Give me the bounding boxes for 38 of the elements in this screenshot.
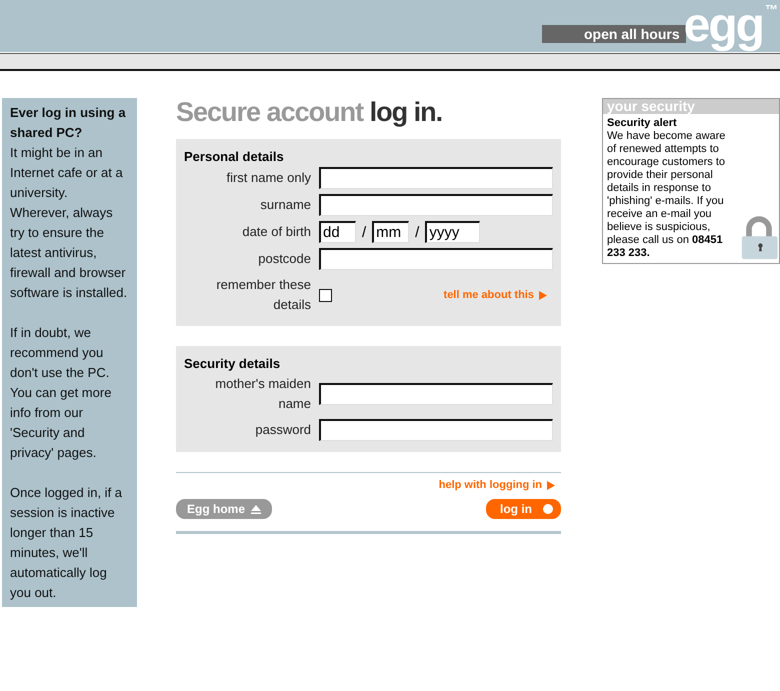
checkbox[interactable] [319, 288, 332, 302]
login-button[interactable]: log in [486, 499, 561, 519]
field-label: mother's maiden name [214, 375, 311, 413]
tell-me-link[interactable]: tell me about this [444, 289, 547, 301]
date-field[interactable]: yyyy [425, 221, 480, 243]
field-label: first name only [225, 169, 311, 187]
help-link[interactable]: help with logging in [438, 479, 555, 491]
text-field[interactable] [319, 248, 553, 270]
section-heading: Security details [184, 356, 282, 371]
sidebar-paragraph: If in doubt, we recommend you don't use the PC. You can get more info from our 'Security and privacy' pages. [10, 324, 112, 462]
date-field[interactable]: dd [319, 221, 356, 243]
date-separator: / [415, 224, 420, 240]
date-field[interactable]: mm [372, 221, 410, 243]
text-field[interactable] [319, 383, 553, 405]
text-field[interactable] [319, 167, 553, 189]
field-label: password [254, 421, 311, 439]
arrow-icon [547, 480, 555, 490]
section-heading: Personal details [184, 149, 285, 164]
field-label: surname [259, 196, 311, 214]
text-field[interactable] [319, 194, 553, 216]
alert-heading: Security alert [607, 117, 678, 130]
logo[interactable]: egg [684, 0, 763, 52]
date-separator: / [362, 224, 366, 240]
field-label: date of birth [241, 223, 311, 241]
dot-icon [543, 504, 553, 514]
eject-icon [251, 504, 262, 514]
field-label: remember these details [215, 276, 311, 314]
sidebar-heading: Ever log in using a shared PC? [10, 104, 127, 142]
password-field[interactable] [319, 419, 553, 441]
sidebar-paragraph: Once logged in, if a session is inactive longer than 15 minutes, we'll automatically log you out. [10, 484, 124, 602]
arrow-icon [539, 290, 547, 300]
page-title: Secure account log in. [176, 98, 444, 126]
trademark: ™ [765, 2, 778, 17]
field-label: postcode [257, 250, 311, 268]
alert-text: We have become aware of renewed attempts to encourage customers to provide their personal details in response to 'phishing' e-mails. If you receive an e-mail you believe is suspicious, please call us on 08451 233 233. [607, 130, 726, 260]
home-button[interactable]: Egg home [176, 499, 272, 519]
tagline: open all hours [542, 25, 686, 43]
sidebar-paragraph: It might be in an Internet cafe or at a university. Wherever, always try to ensure the latest antivirus, firewall and browser software is installed. [10, 144, 128, 302]
